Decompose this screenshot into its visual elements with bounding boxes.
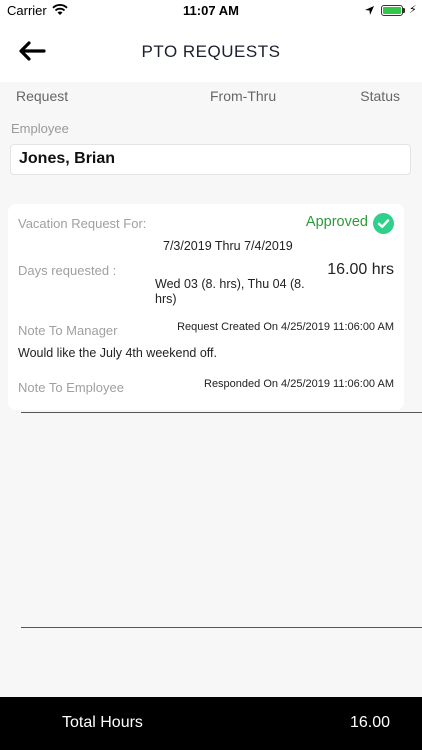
page-title: PTO REQUESTS bbox=[141, 42, 281, 61]
divider-bottom bbox=[21, 627, 422, 628]
column-header-status[interactable]: Status bbox=[360, 88, 400, 104]
total-hours-label: Total Hours bbox=[62, 714, 143, 731]
employee-field[interactable]: Jones, Brian bbox=[10, 144, 411, 175]
column-headers: Request From-Thru Status bbox=[0, 88, 422, 108]
location-arrow-icon bbox=[364, 4, 375, 19]
clock-time: 11:07 AM bbox=[183, 3, 239, 18]
navigation-bar: PTO REQUESTS bbox=[0, 22, 422, 82]
note-to-manager-label: Note To Manager bbox=[18, 323, 118, 338]
column-header-request[interactable]: Request bbox=[16, 88, 68, 104]
employee-label: Employee bbox=[11, 121, 69, 136]
note-to-manager-text: Would like the July 4th weekend off. bbox=[18, 346, 217, 360]
pto-request-card[interactable]: Vacation Request For: Approved 7/3/2019 … bbox=[8, 204, 404, 410]
divider-top bbox=[21, 412, 422, 413]
days-requested-label: Days requested : bbox=[18, 263, 117, 278]
status-badge: Approved bbox=[305, 214, 368, 230]
request-created-timestamp: Request Created On 4/25/2019 11:06:00 AM bbox=[177, 321, 394, 333]
responded-timestamp: Responded On 4/25/2019 11:06:00 AM bbox=[204, 378, 394, 390]
total-hours-value: 16.00 bbox=[349, 714, 390, 731]
total-hours-footer: Total Hours 16.00 bbox=[0, 697, 422, 750]
days-detail: Wed 03 (8. hrs), Thu 04 (8. hrs) bbox=[155, 277, 305, 306]
status-bar: Carrier 11:07 AM ⚡ bbox=[0, 0, 422, 22]
check-circle-icon bbox=[373, 213, 394, 234]
battery-icon bbox=[381, 5, 403, 16]
charging-bolt-icon: ⚡ bbox=[409, 4, 417, 16]
date-range: 7/3/2019 Thru 7/4/2019 bbox=[163, 239, 293, 253]
vacation-request-label: Vacation Request For: bbox=[18, 216, 147, 231]
total-request-hours: 16.00 hrs bbox=[327, 261, 394, 278]
column-header-from-thru[interactable]: From-Thru bbox=[210, 88, 276, 104]
note-to-employee-label: Note To Employee bbox=[18, 380, 124, 395]
battery-tip bbox=[403, 8, 405, 13]
